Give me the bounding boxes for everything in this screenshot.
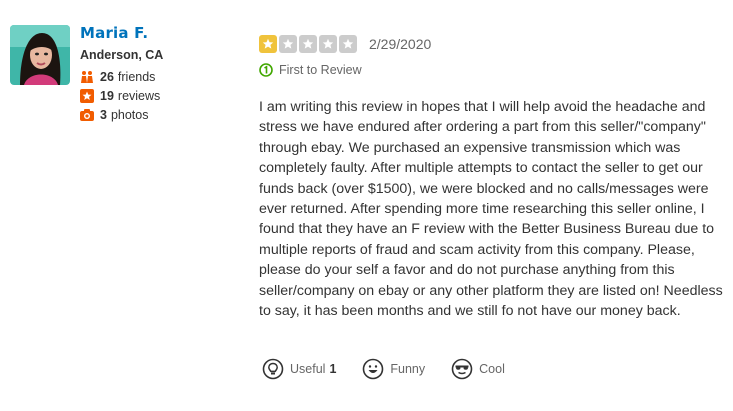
first-to-review-icon bbox=[259, 63, 273, 77]
lightbulb-icon bbox=[262, 358, 284, 380]
camera-icon bbox=[80, 108, 94, 122]
friends-icon bbox=[80, 70, 94, 84]
sunglasses-icon bbox=[451, 358, 473, 380]
funny-button[interactable]: Funny bbox=[362, 358, 425, 380]
user-name[interactable]: Maria F. bbox=[80, 24, 163, 42]
user-info: Maria F. Anderson, CA 26 friends 19 revi… bbox=[80, 24, 163, 124]
smile-icon bbox=[362, 358, 384, 380]
star-filled-icon bbox=[259, 35, 277, 53]
rating-row: 2/29/2020 bbox=[259, 33, 729, 55]
useful-button[interactable]: Useful 1 bbox=[262, 358, 336, 380]
review-actions: Useful 1 Funny Cool bbox=[262, 358, 531, 380]
photos-label: photos bbox=[110, 107, 149, 122]
star-badge-icon bbox=[80, 88, 94, 103]
star-empty-icon bbox=[299, 35, 317, 53]
star-empty-icon bbox=[319, 35, 337, 53]
cool-button[interactable]: Cool bbox=[451, 358, 505, 380]
reviews-label: reviews bbox=[117, 88, 161, 103]
user-location: Anderson, CA bbox=[80, 48, 164, 62]
reviews-count: 19 bbox=[100, 88, 114, 103]
review-date: 2/29/2020 bbox=[369, 36, 432, 52]
star-empty-icon bbox=[339, 35, 357, 53]
friends-count: 26 bbox=[100, 69, 114, 84]
photos-count: 3 bbox=[100, 107, 107, 122]
funny-label: Funny bbox=[390, 362, 426, 376]
avatar[interactable] bbox=[10, 25, 70, 85]
reviews-stat: 19 reviews bbox=[80, 86, 163, 105]
star-rating bbox=[259, 35, 357, 53]
friends-stat: 26 friends bbox=[80, 67, 163, 86]
friends-label: friends bbox=[117, 69, 156, 84]
useful-count: 1 bbox=[329, 362, 337, 376]
star-empty-icon bbox=[279, 35, 297, 53]
first-to-review-badge: First to Review bbox=[259, 63, 729, 77]
cool-label: Cool bbox=[479, 362, 505, 376]
review: 2/29/2020 First to Review I am writing t… bbox=[259, 33, 729, 321]
photos-stat: 3 photos bbox=[80, 105, 163, 124]
review-text: I am writing this review in hopes that I… bbox=[259, 99, 723, 320]
useful-label: Useful bbox=[290, 362, 326, 376]
first-to-review-label: First to Review bbox=[279, 63, 362, 77]
